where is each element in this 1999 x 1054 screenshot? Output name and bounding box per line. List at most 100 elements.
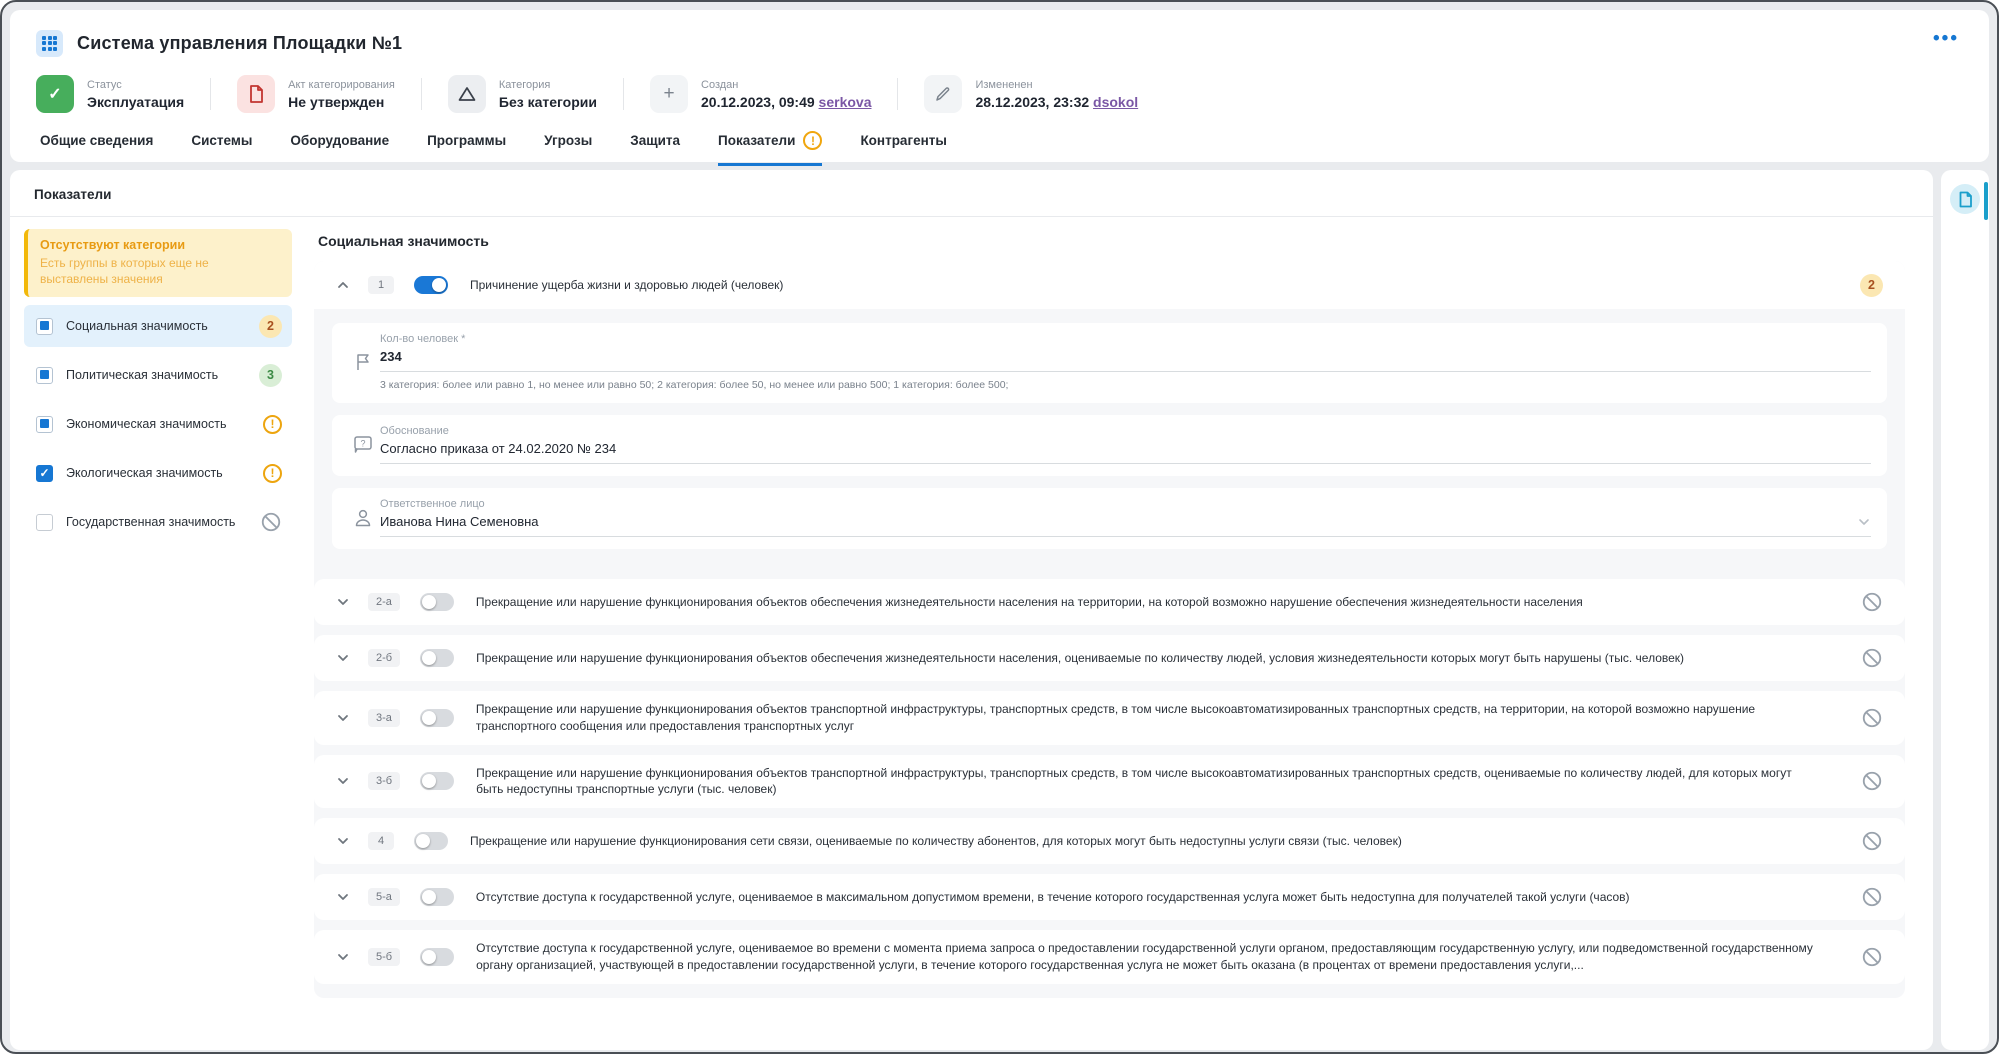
justification-input[interactable]: Согласно приказа от 24.02.2020 № 234 bbox=[380, 441, 1871, 464]
tab-contractors[interactable]: Контрагенты bbox=[860, 131, 946, 166]
act-value: Не утвержден bbox=[288, 93, 385, 110]
indicators-content: Социальная значимость 1 Причинение ущерб… bbox=[302, 217, 1933, 1050]
tab-bar: Общие сведения Системы Оборудование Прог… bbox=[36, 131, 1963, 166]
toggle-off[interactable] bbox=[420, 649, 455, 667]
tab-protection[interactable]: Защита bbox=[630, 131, 680, 166]
sidebar-item-label: Государственная значимость bbox=[66, 515, 236, 530]
indicators-sidebar: Отсутствуют категории Есть группы в кото… bbox=[10, 217, 302, 1050]
chevron-down-icon[interactable] bbox=[1857, 515, 1871, 529]
modified-label: Измененен bbox=[975, 78, 1033, 91]
tab-threats[interactable]: Угрозы bbox=[544, 131, 592, 166]
indicator-row-2a[interactable]: 2-а Прекращение или нарушение функционир… bbox=[314, 579, 1905, 625]
created-label: Создан bbox=[701, 78, 739, 91]
more-menu-button[interactable]: ••• bbox=[1933, 29, 1959, 48]
tab-equipment[interactable]: Оборудование bbox=[290, 131, 389, 166]
created-user-link[interactable]: serkova bbox=[819, 94, 872, 110]
warning-icon: ! bbox=[263, 414, 282, 434]
toggle-off[interactable] bbox=[419, 708, 454, 727]
row-number-chip: 1 bbox=[368, 276, 394, 294]
toggle-off[interactable] bbox=[419, 888, 454, 907]
chevron-down-icon[interactable] bbox=[336, 711, 350, 725]
tab-indicators[interactable]: Показатели ! bbox=[718, 131, 823, 166]
flag-icon bbox=[346, 333, 380, 391]
row-number-chip: 5-а bbox=[368, 888, 400, 907]
act-item: Акт категорирования Не утвержден bbox=[237, 75, 395, 113]
chevron-down-icon[interactable] bbox=[336, 950, 350, 964]
toggle-off[interactable] bbox=[420, 947, 455, 966]
status-label: Статус bbox=[87, 78, 122, 91]
chevron-up-icon[interactable] bbox=[336, 278, 350, 292]
file-icon bbox=[1959, 191, 1972, 207]
tab-general[interactable]: Общие сведения bbox=[40, 131, 153, 166]
right-drawer bbox=[1941, 170, 1989, 1050]
checkbox-checked-icon[interactable]: ✓ bbox=[36, 464, 53, 482]
expanded-section: Кол-во человек * 234 3 категория: более … bbox=[314, 309, 1905, 569]
sidebar-item-state[interactable]: Государственная значимость bbox=[24, 501, 292, 543]
category-value: Без категории bbox=[498, 93, 597, 110]
chevron-down-icon[interactable] bbox=[336, 834, 350, 848]
indicator-text: Прекращение или нарушение функционирован… bbox=[476, 765, 1792, 797]
act-label: Акт категорирования bbox=[288, 78, 395, 91]
toggle-off[interactable] bbox=[414, 832, 448, 851]
indicators-group: 1 Причинение ущерба жизни и здоровью люд… bbox=[314, 261, 1905, 998]
indicator-row-3a[interactable]: 3-а Прекращение или нарушение функционир… bbox=[314, 691, 1905, 745]
warning-icon: ! bbox=[263, 463, 282, 483]
chevron-down-icon[interactable] bbox=[336, 774, 350, 788]
drawer-active-indicator bbox=[1984, 182, 1988, 220]
indicator-text: Прекращение или нарушение функционирован… bbox=[475, 594, 1583, 609]
row-number-chip: 3-а bbox=[368, 708, 400, 727]
blocked-icon bbox=[1862, 832, 1882, 851]
missing-categories-warning: Отсутствуют категории Есть группы в кото… bbox=[24, 229, 292, 298]
page-title: Система управления Площадки №1 bbox=[77, 32, 403, 53]
checkbox-indeterminate-icon[interactable] bbox=[36, 366, 53, 384]
field-hint: 3 категория: более или равно 1, но менее… bbox=[380, 379, 1009, 391]
toggle-off[interactable] bbox=[420, 772, 455, 791]
chevron-down-icon[interactable] bbox=[336, 890, 350, 904]
indicator-text: Прекращение или нарушение функционирован… bbox=[475, 702, 1756, 733]
indicator-row-4[interactable]: 4 Прекращение или нарушение функциониров… bbox=[314, 818, 1905, 865]
indicator-row-2b[interactable]: 2-б Прекращение или нарушение функционир… bbox=[314, 635, 1905, 681]
documents-drawer-button[interactable] bbox=[1950, 184, 1980, 214]
field-label: Ответственное лицо bbox=[380, 498, 485, 510]
document-icon bbox=[237, 75, 276, 113]
status-item: ✓ Статус Эксплуатация bbox=[36, 75, 184, 113]
checkbox-empty-icon[interactable] bbox=[36, 513, 53, 531]
chevron-down-icon[interactable] bbox=[336, 595, 350, 609]
indicator-text: Причинение ущерба жизни и здоровью людей… bbox=[470, 277, 784, 292]
toggle-on[interactable] bbox=[414, 276, 448, 294]
tab-systems[interactable]: Системы bbox=[191, 131, 252, 166]
indicator-row-5b[interactable]: 5-б Отсутствие доступа к государственной… bbox=[314, 930, 1905, 984]
tab-programs[interactable]: Программы bbox=[427, 131, 506, 166]
modified-user-link[interactable]: dsokol bbox=[1093, 94, 1138, 110]
indicator-text: Отсутствие доступа к государственной усл… bbox=[475, 889, 1630, 904]
category-label: Категория bbox=[498, 78, 551, 91]
indicator-text: Прекращение или нарушение функционирован… bbox=[470, 833, 1402, 848]
sidebar-item-political[interactable]: Политическая значимость 3 bbox=[24, 354, 292, 396]
blocked-icon bbox=[1862, 772, 1882, 791]
modified-item: Измененен 28.12.2023, 23:32 dsokol bbox=[924, 75, 1138, 113]
indicator-row-5a[interactable]: 5-а Отсутствие доступа к государственной… bbox=[314, 874, 1905, 921]
sidebar-item-economic[interactable]: Экономическая значимость ! bbox=[24, 403, 292, 445]
sidebar-item-social[interactable]: Социальная значимость 2 bbox=[24, 305, 292, 348]
responsible-select[interactable]: Иванова Нина Семеновна bbox=[380, 514, 1871, 537]
people-count-input[interactable]: 234 bbox=[380, 349, 1871, 372]
meta-row: ✓ Статус Эксплуатация Акт категорировани… bbox=[36, 72, 1963, 116]
field-justification: ? Обоснование Согласно приказа от 24.02.… bbox=[332, 415, 1887, 476]
row-number-chip: 2-а bbox=[368, 593, 400, 611]
tab-indicators-label: Показатели bbox=[718, 133, 796, 148]
group-title: Социальная значимость bbox=[318, 233, 489, 249]
plus-icon: + bbox=[650, 75, 688, 113]
toggle-off[interactable] bbox=[419, 593, 454, 611]
app-grid-icon bbox=[36, 29, 63, 57]
blocked-icon bbox=[261, 513, 281, 532]
checkbox-indeterminate-icon[interactable] bbox=[36, 415, 53, 433]
indicator-row-1[interactable]: 1 Причинение ущерба жизни и здоровью люд… bbox=[314, 261, 1905, 309]
indicator-row-3b[interactable]: 3-б Прекращение или нарушение функционир… bbox=[314, 754, 1905, 809]
person-icon bbox=[346, 498, 380, 537]
chevron-down-icon[interactable] bbox=[336, 651, 350, 665]
indicator-text: Отсутствие доступа к государственной усл… bbox=[476, 941, 1813, 972]
field-responsible: Ответственное лицо Иванова Нина Семеновн… bbox=[332, 488, 1887, 549]
checkbox-indeterminate-icon[interactable] bbox=[36, 317, 53, 335]
sidebar-item-ecological[interactable]: ✓ Экологическая значимость ! bbox=[24, 452, 292, 494]
sidebar-item-label: Экологическая значимость bbox=[66, 466, 223, 481]
